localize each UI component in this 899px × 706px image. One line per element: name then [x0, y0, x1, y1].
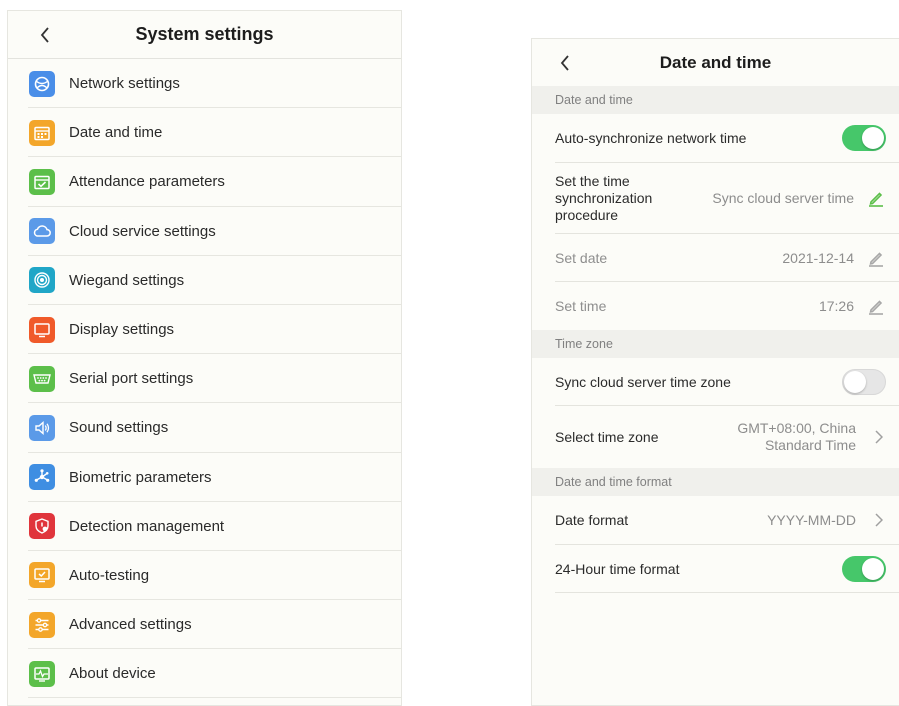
edit-time-button[interactable] [866, 296, 886, 316]
set-time-value: 17:26 [818, 298, 854, 314]
24-hour-format-row[interactable]: 24-Hour time format [555, 545, 899, 593]
menu-item-auto-testing[interactable]: Auto-testing [8, 551, 401, 601]
select-time-zone-row[interactable]: Select time zone GMT+08:00, China Standa… [555, 406, 899, 468]
row-label: Date format [555, 512, 629, 528]
system-settings-panel: System settings Network settings Date an… [7, 10, 402, 706]
page-title: System settings [135, 24, 274, 44]
pencil-icon [869, 251, 883, 267]
chevron-left-icon [40, 26, 49, 43]
chevron-right-icon [872, 429, 886, 445]
menu-item-label: Cloud service settings [69, 222, 216, 240]
date-format-value: YYYY-MM-DD [767, 512, 856, 528]
menu-item-attendance-parameters[interactable]: Attendance parameters [8, 157, 401, 207]
sliders-icon [29, 611, 55, 638]
menu-item-label: Advanced settings [69, 616, 192, 634]
menu-item-label: Attendance parameters [69, 173, 225, 191]
menu-item-wiegand-settings[interactable]: Wiegand settings [8, 256, 401, 306]
auto-sync-network-time-row[interactable]: Auto-synchronize network time [555, 114, 899, 163]
sync-procedure-row[interactable]: Set the time synchronization procedure S… [555, 163, 899, 234]
auto-sync-network-time-toggle[interactable] [842, 125, 886, 151]
menu-item-label: Date and time [69, 124, 163, 142]
calendar-icon [29, 119, 55, 146]
monitor-icon [29, 316, 55, 343]
menu-item-display-settings[interactable]: Display settings [8, 305, 401, 355]
auto-test-icon [29, 562, 55, 589]
row-label: Sync cloud server time zone [555, 373, 731, 390]
row-label: Set time [555, 298, 607, 314]
speaker-icon [29, 414, 55, 441]
date-format-row[interactable]: Date format YYYY-MM-DD [555, 496, 899, 545]
set-date-value: 2021-12-14 [782, 249, 854, 266]
page-title: Date and time [659, 52, 772, 72]
menu-item-about-device[interactable]: About device [8, 649, 401, 699]
menu-item-date-and-time[interactable]: Date and time [8, 108, 401, 158]
menu-item-network-settings[interactable]: Network settings [8, 59, 401, 109]
menu-item-label: Serial port settings [69, 370, 194, 388]
sync-time-zone-toggle[interactable] [842, 368, 886, 395]
chevron-left-icon [560, 54, 569, 71]
biometric-icon [29, 464, 55, 491]
menu-item-serial-port-settings[interactable]: Serial port settings [8, 354, 401, 404]
date-and-time-header: Date and time [532, 39, 899, 86]
menu-item-label: Detection management [69, 517, 225, 535]
menu-item-label: Biometric parameters [69, 468, 212, 486]
system-settings-header: System settings [8, 11, 401, 59]
row-label: 24-Hour time format [555, 560, 680, 577]
row-label: Auto-synchronize network time [555, 130, 747, 146]
menu-item-sound-settings[interactable]: Sound settings [8, 403, 401, 453]
back-button[interactable] [34, 24, 56, 46]
row-label: Select time zone [555, 429, 659, 445]
24-hour-format-toggle[interactable] [842, 555, 886, 582]
serial-port-icon [29, 365, 55, 392]
pencil-icon [869, 300, 883, 315]
chevron-right-icon [872, 512, 886, 528]
menu-item-advanced-settings[interactable]: Advanced settings [8, 600, 401, 650]
menu-item-label: Network settings [69, 75, 180, 93]
toggle-knob [862, 557, 884, 580]
menu-item-label: Sound settings [69, 419, 169, 437]
shield-icon [29, 513, 55, 540]
back-button[interactable] [554, 52, 576, 74]
menu-item-label: Wiegand settings [69, 271, 185, 289]
calendar-check-icon [29, 168, 55, 195]
edit-sync-procedure-button[interactable] [866, 188, 886, 208]
menu-item-detection-management[interactable]: Detection management [8, 502, 401, 552]
menu-item-cloud-service-settings[interactable]: Cloud service settings [8, 207, 401, 256]
menu-item-label: Display settings [69, 321, 175, 339]
cloud-icon [29, 218, 55, 245]
sync-time-zone-row[interactable]: Sync cloud server time zone [555, 358, 899, 406]
set-date-row[interactable]: Set date 2021-12-14 [555, 234, 899, 282]
menu-item-label: Auto-testing [69, 566, 150, 584]
date-and-time-panel: Date and time Date and time Auto-synchro… [531, 38, 899, 706]
time-zone-value: GMT+08:00, China Standard Time [737, 420, 856, 453]
wiegand-icon [29, 267, 55, 294]
network-icon [29, 70, 55, 97]
sync-procedure-value: Sync cloud server time [712, 190, 854, 206]
toggle-knob [862, 127, 884, 149]
section-header-date-time-format: Date and time format [532, 468, 899, 496]
menu-item-biometric-parameters[interactable]: Biometric parameters [8, 453, 401, 502]
menu-item-label: About device [69, 665, 156, 683]
section-header-time-zone: Time zone [532, 330, 899, 358]
edit-date-button[interactable] [866, 248, 886, 268]
row-label: Set the time synchronization procedure [555, 172, 653, 223]
toggle-knob [844, 370, 866, 393]
set-time-row[interactable]: Set time 17:26 [555, 282, 899, 330]
pencil-icon [869, 192, 883, 207]
device-info-icon [29, 660, 55, 687]
section-header-date-and-time: Date and time [532, 86, 899, 114]
row-label: Set date [555, 249, 608, 266]
